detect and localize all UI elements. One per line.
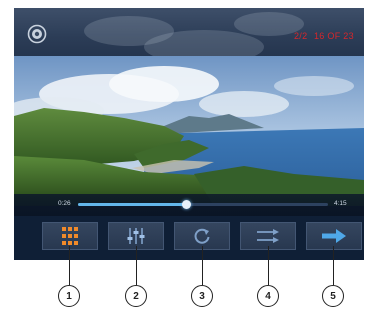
page-indicator: 2/2 (294, 31, 308, 41)
top-bar: 2/2 16 OF 23 (14, 8, 364, 64)
callout-4: 4 (257, 285, 279, 307)
callout-5: 5 (322, 285, 344, 307)
next-arrow-icon (322, 229, 346, 243)
callout-line-2 (136, 246, 137, 285)
current-time: 0:26 (58, 200, 71, 207)
settings-icon (127, 228, 145, 244)
photo-viewer-screen: 2/2 16 OF 23 0:26 4:15 (14, 8, 364, 260)
callout-2: 2 (125, 285, 147, 307)
photo-display[interactable] (14, 56, 364, 206)
progress-bar: 0:26 4:15 (14, 194, 364, 216)
callout-3: 3 (191, 285, 213, 307)
progress-fill (78, 203, 186, 206)
control-bar (14, 216, 364, 260)
gear-icon[interactable] (27, 24, 47, 44)
next-button[interactable] (306, 222, 362, 250)
progress-track[interactable] (78, 200, 328, 209)
repeat-icon (194, 228, 210, 244)
callout-line-4 (268, 246, 269, 285)
grid-icon (62, 227, 78, 245)
callout-1: 1 (58, 285, 80, 307)
callout-line-5 (333, 246, 334, 285)
photo-count: 16 OF 23 (314, 31, 354, 41)
shuffle-icon (257, 229, 279, 243)
callout-line-1 (69, 246, 70, 285)
total-time: 4:15 (334, 200, 347, 207)
callout-line-3 (202, 246, 203, 285)
grid-view-button[interactable] (42, 222, 98, 250)
progress-handle[interactable] (181, 200, 191, 209)
